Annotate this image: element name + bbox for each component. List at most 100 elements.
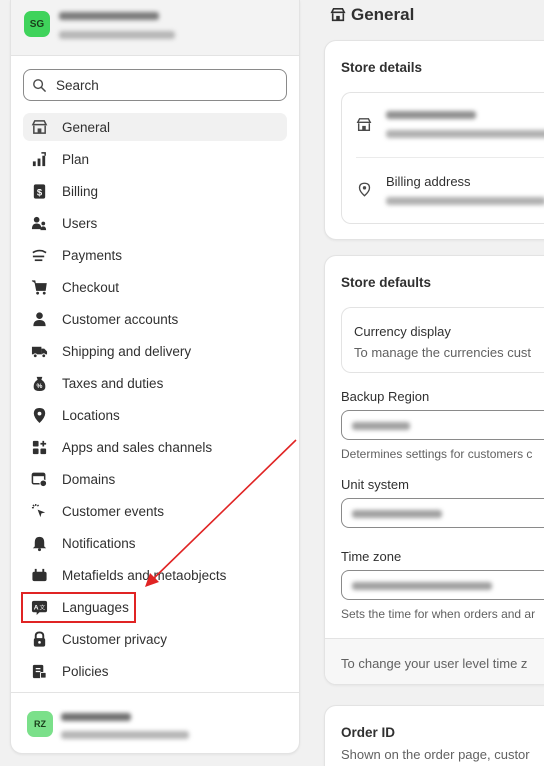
store-details-box: Billing address [341,92,544,224]
bell-icon [30,534,48,552]
nav-label: Customer events [62,503,165,519]
store-name-redacted [386,111,476,119]
nav-label: Customer privacy [62,631,168,647]
tax-icon: % [30,374,48,392]
nav-item-shipping[interactable]: Shipping and delivery [23,337,287,365]
apps-icon [30,438,48,456]
user-avatar: RZ [27,711,53,737]
nav-label: Languages [62,599,129,615]
unit-system-select[interactable] [341,498,544,528]
settings-nav: General Plan $ Billing Users Payments Ch… [23,113,287,689]
nav-item-checkout[interactable]: Checkout [23,273,287,301]
nav-label: Taxes and duties [62,375,164,391]
translate-icon: A文 [30,598,48,616]
time-zone-select[interactable] [341,570,544,600]
person-icon [30,310,48,328]
domains-icon [30,470,48,488]
policies-icon [30,662,48,680]
store-details-card: Store details Billing address [324,40,544,240]
backup-region-help: Determines settings for customers c [341,447,533,461]
nav-label: Locations [62,407,120,423]
nav-label: Users [62,215,98,231]
users-icon [30,214,48,232]
order-id-desc: Shown on the order page, custor [341,747,530,762]
svg-text:A: A [33,604,38,611]
billing-icon: $ [30,182,48,200]
store-contact-redacted [386,130,544,138]
store-defaults-card: Store defaults Currency display To manag… [324,255,544,685]
store-defaults-title: Store defaults [341,275,432,290]
nav-label: General [62,119,111,135]
page-title: General [330,4,414,26]
nav-item-locations[interactable]: Locations [23,401,287,429]
currency-display-desc: To manage the currencies cust [354,345,532,360]
sidebar-divider [11,692,299,693]
svg-text:$: $ [36,187,42,198]
nav-item-taxes[interactable]: % Taxes and duties [23,369,287,397]
unit-system-value-redacted [352,510,442,518]
nav-item-languages[interactable]: A文 Languages [23,593,287,621]
nav-label: Policies [62,663,109,679]
search-icon [33,78,46,92]
svg-text:文: 文 [39,603,45,611]
store-domain-redacted [59,31,175,39]
nav-item-general[interactable]: General [23,113,287,141]
store-icon [356,118,372,132]
page-title-text: General [351,5,415,24]
nav-item-users[interactable]: Users [23,209,287,237]
time-zone-help: Sets the time for when orders and ar [341,607,536,621]
nav-item-customer-events[interactable]: Customer events [23,497,287,525]
order-id-card: Order ID Shown on the order page, custor [324,705,544,766]
nav-item-payments[interactable]: Payments [23,241,287,269]
backup-region-value-redacted [352,422,410,430]
billing-address-label: Billing address [386,174,471,189]
store-icon [30,118,48,136]
nav-label: Customer accounts [62,311,179,327]
lock-icon [30,630,48,648]
unit-system-label: Unit system [341,477,409,492]
time-zone-label: Time zone [341,549,402,564]
store-avatar: SG [24,11,50,37]
truck-icon [30,342,48,360]
nav-item-plan[interactable]: Plan [23,145,287,173]
order-id-title: Order ID [341,725,396,740]
nav-label: Payments [62,247,123,263]
currency-display-title: Currency display [354,324,451,339]
nav-label: Notifications [62,535,136,551]
currency-display-box[interactable]: Currency display To manage the currencie… [341,307,544,373]
backup-region-select[interactable] [341,410,544,440]
nav-item-customer-privacy[interactable]: Customer privacy [23,625,287,653]
search-input[interactable]: Search [23,69,287,101]
metafields-icon [30,566,48,584]
nav-item-notifications[interactable]: Notifications [23,529,287,557]
nav-item-metafields[interactable]: Metafields and metaobjects [23,561,287,589]
location-pin-icon [30,406,48,424]
nav-item-billing[interactable]: $ Billing [23,177,287,205]
nav-item-apps[interactable]: Apps and sales channels [23,433,287,461]
cart-icon [30,278,48,296]
nav-label: Metafields and metaobjects [62,567,227,583]
nav-label: Billing [62,183,99,199]
settings-sidebar: SG Search General Plan $ Billing Users P… [10,0,300,754]
nav-label: Apps and sales channels [62,439,213,455]
payments-icon [30,246,48,264]
nav-label: Shipping and delivery [62,343,192,359]
nav-item-domains[interactable]: Domains [23,465,287,493]
time-zone-value-redacted [352,582,492,590]
store-switcher[interactable]: SG [11,0,299,56]
nav-item-policies[interactable]: Policies [23,657,287,685]
backup-region-label: Backup Region [341,389,430,404]
nav-label: Domains [62,471,116,487]
nav-label: Checkout [62,279,120,295]
billing-address-redacted [386,197,544,205]
user-email-redacted [61,731,189,739]
svg-text:%: % [36,383,42,390]
store-name-redacted [59,12,159,20]
nav-label: Plan [62,151,90,167]
user-name-redacted [61,713,131,721]
time-zone-footer: To change your user level time z [325,638,544,684]
location-pin-icon [358,182,371,197]
nav-item-customer-accounts[interactable]: Customer accounts [23,305,287,333]
row-divider [356,157,544,158]
store-details-title: Store details [341,60,423,75]
